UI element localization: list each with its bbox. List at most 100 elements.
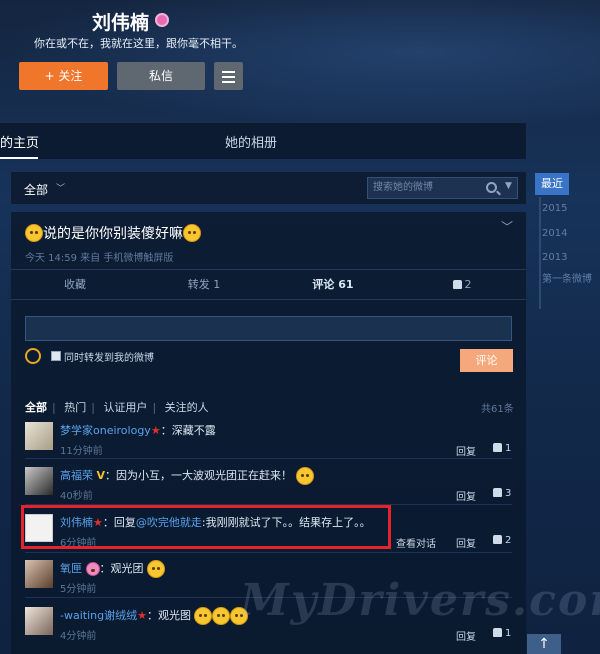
message-button[interactable]: 私信	[117, 62, 205, 90]
timeline-year-2014[interactable]: 2014	[542, 228, 567, 239]
comment-item: 梦学家oneirology★：深藏不露 11分钟前 回复 1	[11, 422, 526, 470]
comment-author[interactable]: 梦学家oneirology	[60, 424, 151, 437]
comment-divider	[25, 552, 512, 553]
comment-author[interactable]: 刘伟楠	[60, 516, 93, 529]
comment-total-count: 共61条	[481, 404, 514, 415]
mention-link[interactable]: @吹完他就走	[136, 516, 202, 529]
avatar[interactable]	[25, 560, 53, 588]
vip-star-icon: ★	[150, 424, 161, 437]
member-badge-icon	[85, 562, 100, 576]
timeline-first-post[interactable]: 第一条微博	[542, 270, 592, 285]
post-meta: 今天 14:59 来自 手机微博触屏版	[25, 253, 174, 264]
feed-filter-dropdown[interactable]: 全部	[24, 181, 48, 198]
reply-button[interactable]: 回复	[456, 628, 476, 643]
repost-checkbox[interactable]	[51, 351, 61, 361]
cat-emoji-icon	[212, 607, 231, 625]
avatar[interactable]	[25, 514, 53, 542]
like-button[interactable]: 2	[398, 270, 526, 300]
comment-filter-verified[interactable]: 认证用户	[103, 401, 147, 414]
search-options-caret-icon[interactable]: ▼	[505, 181, 512, 191]
view-conversation-button[interactable]: 查看对话	[396, 535, 436, 550]
comment-author[interactable]: -waiting谢绒绒	[60, 609, 137, 622]
comment-line: 刘伟楠★：回复@吹完他就走:我刚刚就试了下。。结果存上了。。	[60, 514, 371, 530]
thumbs-up-icon	[493, 628, 502, 637]
avatar[interactable]	[25, 607, 53, 635]
follow-button[interactable]: + 关注	[19, 62, 108, 90]
comment-filter-all[interactable]: 全部	[25, 401, 47, 414]
vip-star-icon: ★	[137, 609, 147, 622]
comment-filter-following[interactable]: 关注的人	[165, 401, 209, 414]
avatar[interactable]	[25, 467, 53, 495]
avatar[interactable]	[25, 422, 53, 450]
reply-button[interactable]: 回复	[456, 535, 476, 550]
thumbs-up-icon	[493, 535, 502, 544]
reply-button[interactable]: 回复	[456, 443, 476, 458]
tab-album[interactable]: 她的相册	[225, 132, 277, 151]
comment-time: 6分钟前	[60, 538, 97, 549]
year-timeline: 最近 2015 2014 2013 第一条微博	[535, 173, 600, 309]
verified-badge-icon	[155, 13, 169, 27]
comment-like-button[interactable]: 2	[493, 535, 511, 546]
thumbs-up-icon	[452, 280, 462, 289]
comment-line: 氧匣 ：观光团	[60, 560, 165, 578]
comment-like-count: 2	[505, 535, 512, 546]
thumbs-up-icon	[493, 488, 502, 497]
more-menu-button[interactable]	[214, 62, 243, 90]
comment-like-button[interactable]: 1	[493, 443, 511, 454]
timeline-recent[interactable]: 最近	[535, 173, 569, 195]
menu-icon	[222, 71, 235, 86]
post-content: 说的是你你别装傻好嘛	[25, 223, 201, 243]
comment-time: 5分钟前	[60, 584, 97, 595]
comment-line: -waiting谢绒绒★：观光图	[60, 607, 249, 625]
vip-star-icon: ★	[93, 516, 103, 529]
timeline-year-2015[interactable]: 2015	[542, 203, 567, 214]
submit-comment-button[interactable]: 评论	[460, 349, 513, 372]
comment-item: 刘伟楠★：回复@吹完他就走:我刚刚就试了下。。结果存上了。。 6分钟前 查看对话…	[11, 514, 526, 562]
comment-text: :我刚刚就试了下。。结果存上了。。	[201, 516, 371, 529]
comment-prefix: ：回复	[102, 516, 136, 529]
verified-v-icon: V	[96, 469, 106, 482]
comment-divider	[25, 458, 512, 459]
comment-like-count: 1	[505, 443, 512, 454]
post-menu-chevron-icon[interactable]: ﹀	[501, 218, 513, 235]
shush-emoji-icon	[295, 467, 314, 485]
profile-tabs: 的主页 她的相册	[0, 123, 526, 159]
cat-emoji-icon	[194, 607, 213, 625]
repost-button[interactable]: 转发 1	[140, 270, 268, 300]
comment-filter-hot[interactable]: 热门	[64, 401, 86, 414]
post-action-bar: 收藏 转发 1 评论 61 2	[11, 269, 526, 300]
comment-time: 40秒前	[60, 491, 93, 502]
timeline-year-2013[interactable]: 2013	[542, 252, 567, 263]
comment-author[interactable]: 氧匣	[60, 562, 82, 575]
post-text: 说的是你你别装傻好嘛	[43, 226, 183, 242]
emoji-picker-icon[interactable]	[25, 348, 41, 364]
watermark: MyDrivers.com	[240, 575, 600, 626]
comment-text: ：观光团	[99, 562, 144, 575]
comment-time: 11分钟前	[60, 446, 103, 457]
profile-bio: 你在或不在，我就在这里，跟你毫不相干。	[34, 37, 243, 50]
comment-filter-tabs: 全部 | 热门 | 认证用户 | 关注的人	[25, 401, 209, 414]
cat-emoji-icon	[147, 560, 165, 578]
comment-like-count: 3	[505, 488, 512, 499]
back-to-top-button[interactable]: ↑	[527, 634, 561, 654]
search-icon[interactable]	[486, 182, 497, 193]
collect-button[interactable]: 收藏	[11, 270, 139, 300]
comment-like-button[interactable]: 3	[493, 488, 511, 499]
thumbs-up-icon	[493, 443, 502, 452]
feed-filter-bar: 全部 ﹀ 搜索她的微博 ▼	[11, 172, 526, 204]
comment-input[interactable]	[25, 316, 512, 341]
profile-name: 刘伟楠	[92, 12, 150, 34]
reply-button[interactable]: 回复	[456, 488, 476, 503]
comment-divider	[25, 504, 512, 505]
comment-like-button[interactable]: 1	[493, 628, 511, 639]
comment-line: 梦学家oneirology★：深藏不露	[60, 422, 216, 438]
chevron-down-icon[interactable]: ﹀	[56, 181, 65, 194]
comment-tab-button[interactable]: 评论 61	[269, 270, 397, 300]
tab-home[interactable]: 的主页	[0, 132, 39, 151]
comment-text: ：深藏不露	[160, 424, 216, 437]
comment-text: ：观光图	[146, 609, 191, 622]
timeline-line	[539, 197, 541, 309]
comment-author[interactable]: 高福荣	[60, 469, 93, 482]
smirk-emoji-icon	[183, 224, 201, 242]
comment-item: 高福荣 V：因为小互，一大波观光团正在赶来！ 40秒前 回复 3	[11, 467, 526, 515]
